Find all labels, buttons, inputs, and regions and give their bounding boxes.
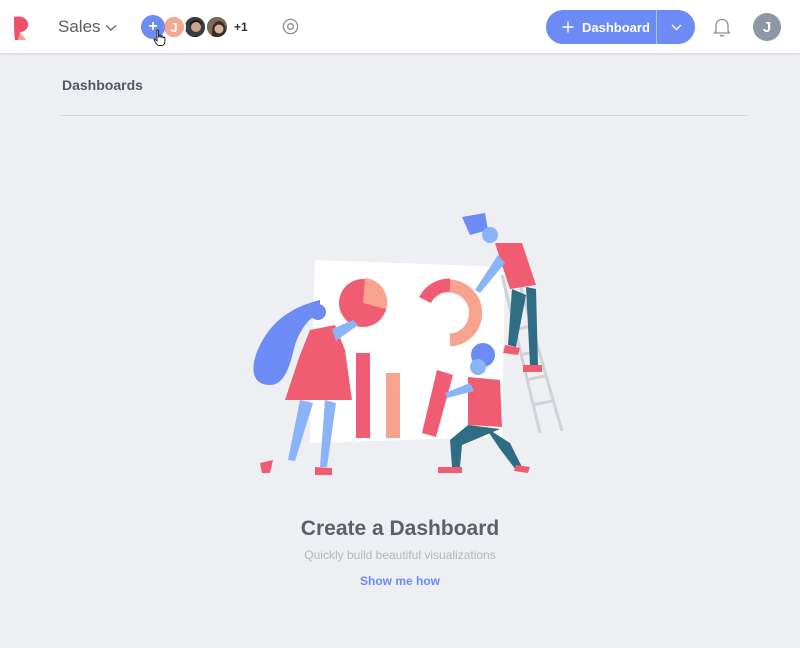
member-avatar-photo[interactable]: [205, 15, 229, 39]
chevron-down-icon: [671, 24, 681, 30]
add-dashboard-button[interactable]: Dashboard: [546, 10, 656, 44]
new-dashboard-button: Dashboard: [546, 10, 695, 44]
workspace-selector[interactable]: Sales: [58, 17, 117, 37]
workspace-name: Sales: [58, 17, 101, 36]
logo-icon[interactable]: [12, 15, 34, 41]
empty-state-illustration: [253, 213, 564, 475]
plus-icon: +: [148, 18, 158, 35]
empty-state-title: Create a Dashboard: [300, 517, 500, 540]
new-dashboard-label: Dashboard: [582, 19, 650, 35]
dashboard-dropdown-toggle[interactable]: [657, 10, 695, 44]
member-avatar[interactable]: J: [162, 15, 186, 39]
member-avatar-photo[interactable]: [183, 15, 207, 39]
person-photo-icon: [185, 17, 205, 37]
chevron-down-icon: [105, 24, 116, 31]
person-photo-icon: [207, 17, 227, 37]
top-bar: Sales + J +1 Dashboard J: [0, 0, 800, 53]
user-avatar[interactable]: J: [753, 13, 781, 41]
divider: [60, 115, 748, 116]
gear-icon[interactable]: [281, 17, 300, 36]
add-member-button[interactable]: +: [141, 15, 165, 39]
plus-icon: [562, 21, 574, 33]
page-title: Dashboards: [62, 77, 143, 93]
bell-icon[interactable]: [712, 16, 732, 38]
show-me-how-link[interactable]: Show me how: [0, 574, 800, 588]
empty-state-subtitle: Quickly build beautiful visualizations: [304, 548, 496, 562]
more-members-count[interactable]: +1: [234, 20, 248, 34]
